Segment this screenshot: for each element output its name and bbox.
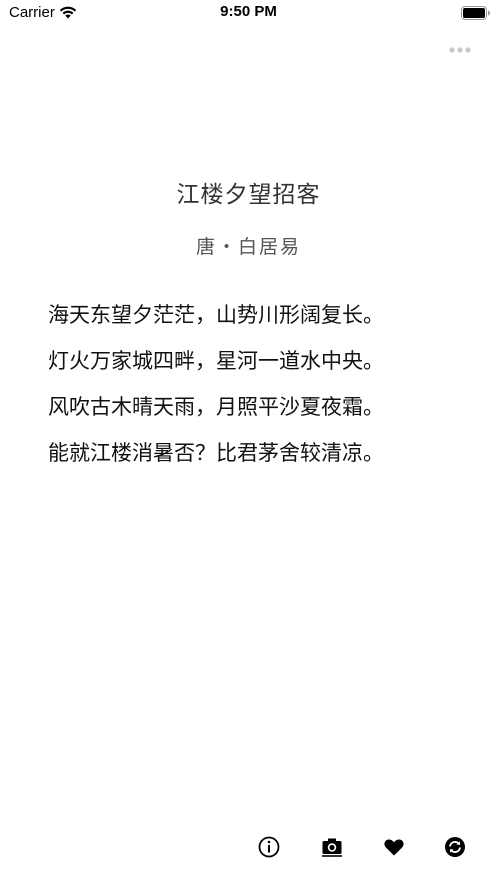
status-time: 9:50 PM <box>220 3 277 20</box>
bottom-toolbar <box>0 835 497 867</box>
poem-line: 海天东望夕茫茫，山势川形阔复长。 <box>48 303 384 327</box>
more-dots-icon <box>446 43 476 62</box>
poem-author: 唐・白居易 <box>195 236 301 258</box>
battery-icon <box>461 5 491 20</box>
poem-line: 能就江楼消暑否？比君茅舍较清凉。 <box>48 441 384 465</box>
poem-line: 风吹古木晴天雨，月照平沙夏夜霜。 <box>48 395 384 419</box>
poem-lines: 海天东望夕茫茫，山势川形阔复长。 灯火万家城四畔，星河一道水中央。 风吹古木晴天… <box>48 292 468 476</box>
refresh-icon <box>443 835 467 859</box>
poem-title: 江楼夕望招客 <box>176 182 321 208</box>
more-options-button[interactable] <box>446 42 476 58</box>
refresh-button[interactable] <box>443 835 467 859</box>
heart-icon <box>382 835 406 859</box>
status-bar: Carrier 9:50 PM <box>0 0 497 26</box>
camera-button[interactable] <box>320 835 344 859</box>
favorite-button[interactable] <box>382 835 406 859</box>
info-button[interactable] <box>257 835 281 859</box>
camera-icon <box>320 835 344 859</box>
info-icon <box>257 835 281 859</box>
poem-line: 灯火万家城四畔，星河一道水中央。 <box>48 349 384 373</box>
